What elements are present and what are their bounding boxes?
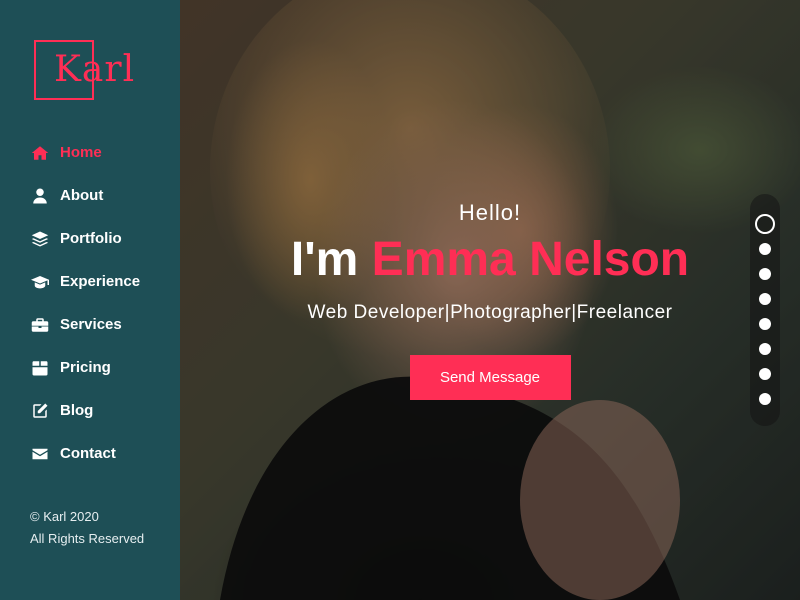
nav-label: Home: [60, 144, 102, 161]
nav-item-home[interactable]: Home: [30, 131, 180, 174]
roles-text: Web Developer|Photographer|Freelancer: [307, 302, 673, 323]
nav-item-experience[interactable]: Experience: [30, 260, 180, 303]
box-icon: [30, 358, 50, 378]
hero-headline: I'm Emma Nelson: [180, 232, 800, 288]
user-icon: [30, 186, 50, 206]
slider-dot[interactable]: [759, 318, 771, 330]
sidebar: Karl Home About Portfolio Experience Ser…: [0, 0, 180, 600]
graduation-cap-icon: [30, 272, 50, 292]
nav-label: Pricing: [60, 359, 111, 376]
nav-item-portfolio[interactable]: Portfolio: [30, 217, 180, 260]
hero-content: Hello! I'm Emma Nelson Web Developer|Pho…: [180, 200, 800, 400]
envelope-icon: [30, 444, 50, 464]
person-name: Emma Nelson: [371, 233, 690, 286]
nav-label: Experience: [60, 273, 141, 290]
briefcase-icon: [30, 315, 50, 335]
home-icon: [30, 143, 50, 163]
copyright-text: © Karl 2020: [30, 509, 99, 524]
slider-dot[interactable]: [759, 293, 771, 305]
nav-label: Blog: [60, 402, 94, 419]
logo[interactable]: Karl: [34, 40, 134, 100]
nav-item-blog[interactable]: Blog: [30, 389, 180, 432]
hero-section: Hello! I'm Emma Nelson Web Developer|Pho…: [180, 0, 800, 600]
nav-label: Contact: [60, 445, 116, 462]
nav-item-about[interactable]: About: [30, 174, 180, 217]
nav-item-pricing[interactable]: Pricing: [30, 346, 180, 389]
nav-item-contact[interactable]: Contact: [30, 432, 180, 475]
edit-icon: [30, 401, 50, 421]
layers-icon: [30, 229, 50, 249]
logo-text: Karl: [54, 49, 136, 90]
intro-text: I'm: [290, 233, 359, 286]
slider-dot[interactable]: [759, 243, 771, 255]
main-nav: Home About Portfolio Experience Services: [30, 131, 180, 475]
greeting: Hello!: [458, 200, 522, 225]
send-message-button[interactable]: Send Message: [409, 355, 571, 400]
nav-item-services[interactable]: Services: [30, 303, 180, 346]
rights-text: All Rights Reserved: [30, 531, 145, 546]
nav-label: About: [60, 187, 104, 204]
slider-dot[interactable]: [759, 343, 771, 355]
nav-label: Services: [60, 316, 122, 333]
slider-pagination: [750, 194, 780, 426]
sidebar-footer: © Karl 2020 All Rights Reserved: [30, 506, 144, 550]
nav-label: Portfolio: [60, 230, 122, 247]
slider-dot[interactable]: [759, 393, 771, 405]
slider-dot[interactable]: [759, 268, 771, 280]
slider-dot[interactable]: [755, 214, 775, 234]
slider-dot[interactable]: [759, 368, 771, 380]
